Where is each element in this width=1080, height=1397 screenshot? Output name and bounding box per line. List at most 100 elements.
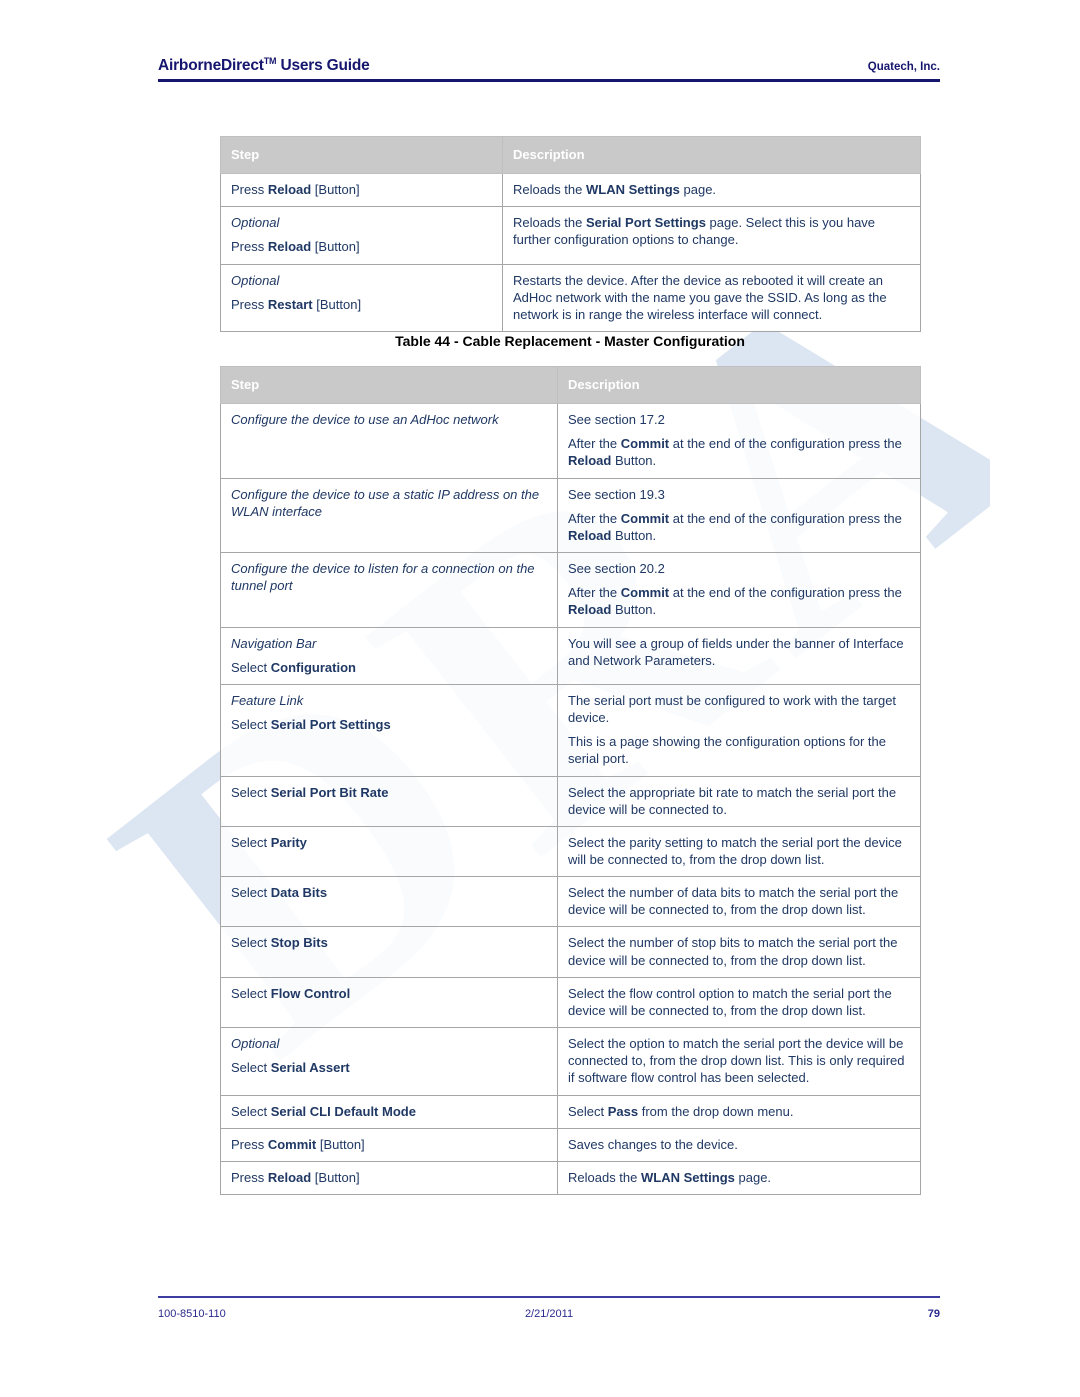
text-line: Select the option to match the serial po… bbox=[568, 1035, 911, 1086]
cell-description: Select the number of data bits to match … bbox=[557, 876, 921, 928]
table-44-caption: Table 44 - Cable Replacement - Master Co… bbox=[395, 333, 745, 349]
table-row: Optional Press Reload [Button] Reloads the… bbox=[220, 206, 921, 265]
emphasis-bold: Data Bits bbox=[270, 885, 328, 901]
emphasis-bold: Commit bbox=[620, 436, 670, 452]
company-name: Quatech, Inc. bbox=[867, 61, 940, 74]
cell-description: Select the option to match the serial po… bbox=[557, 1027, 921, 1096]
footer-page-number: 79 bbox=[927, 1307, 940, 1320]
text-run: Button. bbox=[611, 453, 657, 469]
cell-step: Configure the device to listen for a con… bbox=[220, 552, 558, 628]
text-run: Press bbox=[231, 239, 268, 255]
text-run: See section 19.3 bbox=[568, 486, 665, 502]
emphasis-bold: Restart bbox=[267, 296, 313, 312]
text-line: After the Commit at the end of the confi… bbox=[568, 584, 911, 618]
table-row: Select Data Bits Select the number of dat… bbox=[220, 876, 921, 928]
text-run: Press bbox=[231, 296, 268, 312]
cell-step: Select Serial Port Bit Rate bbox=[220, 775, 558, 827]
table-row: Select Parity Select the parity setting t… bbox=[220, 825, 921, 878]
table-body: Configure the device to use an AdHoc net… bbox=[220, 403, 921, 1196]
table-row: Select Serial CLI Default Mode Select Pas… bbox=[220, 1094, 921, 1129]
table-row: Press Commit [Button] Saves changes to th… bbox=[220, 1127, 921, 1162]
cell-step: Select Data Bits bbox=[220, 876, 558, 928]
text-line: Reloads the WLAN Settings page. bbox=[568, 1169, 911, 1186]
text-line: This is a page showing the configuration… bbox=[568, 733, 911, 767]
emphasis-italic: Optional bbox=[231, 215, 280, 231]
emphasis-bold: Commit bbox=[620, 510, 670, 526]
text-run: Select the flow control option to match … bbox=[568, 985, 892, 1018]
emphasis-bold: Reload bbox=[568, 527, 612, 543]
text-run: Select bbox=[231, 1060, 271, 1076]
text-run: Select the option to match the serial po… bbox=[568, 1036, 905, 1086]
emphasis-bold: WLAN Settings bbox=[586, 182, 680, 198]
cell-step: Optional Select Serial Assert bbox=[220, 1027, 558, 1096]
text-line: See section 20.2 bbox=[568, 560, 911, 577]
text-run: Select bbox=[231, 935, 271, 951]
text-line: Select Pass from the drop down menu. bbox=[568, 1103, 911, 1120]
text-run: Press bbox=[231, 1136, 268, 1152]
text-run: Reloads the bbox=[513, 182, 586, 198]
cell-description: Restarts the device. After the device as… bbox=[502, 263, 921, 333]
emphasis-bold: Reload bbox=[267, 182, 312, 198]
cell-description: See section 17.2 After the Commit at the … bbox=[557, 403, 921, 479]
text-run: Select the appropriate bit rate to match… bbox=[568, 784, 897, 817]
cell-description: Select the number of stop bits to match … bbox=[557, 926, 921, 978]
text-run: Button. bbox=[611, 527, 657, 543]
text-line: Saves changes to the device. bbox=[568, 1136, 911, 1153]
emphasis-italic: Configure the device to use an AdHoc net… bbox=[231, 412, 499, 428]
cell-step: Configure the device to use a static IP … bbox=[220, 477, 558, 554]
cell-description: See section 19.3 After the Commit at the … bbox=[557, 477, 921, 554]
text-line: Configure the device to use an AdHoc net… bbox=[231, 411, 548, 428]
text-line: Select the parity setting to match the s… bbox=[568, 834, 911, 868]
text-line: Select Configuration bbox=[231, 659, 548, 676]
text-line: The serial port must be configured to wo… bbox=[568, 692, 911, 726]
emphasis-italic: Optional bbox=[231, 1036, 280, 1052]
emphasis-bold: Stop Bits bbox=[270, 935, 328, 951]
cell-step: Press Reload [Button] bbox=[220, 173, 503, 208]
table-row: Configure the device to use an AdHoc net… bbox=[220, 403, 921, 479]
text-run: Reloads the bbox=[513, 215, 586, 231]
text-line: Reloads the Serial Port Settings page. S… bbox=[513, 214, 911, 248]
table-44-cable-replacement-master-configuration: Step Description Configure the device to… bbox=[220, 365, 921, 1196]
cell-step: Select Parity bbox=[220, 825, 558, 878]
cell-step: Feature Link Select Serial Port Settings bbox=[220, 683, 558, 777]
cell-description: Reloads the WLAN Settings page. bbox=[502, 173, 921, 208]
text-line: Select Data Bits bbox=[231, 884, 548, 901]
cell-step: Press Reload [Button] bbox=[220, 1160, 558, 1196]
cell-description: Select the appropriate bit rate to match… bbox=[557, 775, 921, 827]
text-line: See section 19.3 bbox=[568, 486, 911, 503]
text-run: from the drop down menu. bbox=[638, 1103, 794, 1119]
emphasis-bold: Parity bbox=[270, 834, 307, 850]
text-run: Select bbox=[231, 717, 271, 733]
text-run: at the end of the configuration press th… bbox=[669, 436, 902, 452]
cell-description: Reloads the Serial Port Settings page. S… bbox=[502, 206, 921, 265]
cell-step: Navigation Bar Select Configuration bbox=[220, 626, 558, 685]
table-header-row: Step Description bbox=[220, 135, 921, 175]
text-line: Select the number of data bits to match … bbox=[568, 884, 911, 918]
cell-description: Select the flow control option to match … bbox=[557, 976, 921, 1029]
document-title: AirborneDirectTM Users Guide bbox=[158, 56, 370, 75]
cell-step: Configure the device to use an AdHoc net… bbox=[220, 403, 558, 479]
text-line: Select Flow Control bbox=[231, 985, 548, 1002]
page-footer: 100-8510-110 2/21/2011 79 bbox=[158, 1296, 940, 1324]
text-run: at the end of the configuration press th… bbox=[669, 510, 902, 526]
cell-step: Select Flow Control bbox=[220, 976, 558, 1029]
text-line: Select the appropriate bit rate to match… bbox=[568, 784, 911, 818]
text-run: page. bbox=[734, 1169, 772, 1185]
emphasis-bold: Serial Assert bbox=[270, 1060, 350, 1076]
text-line: Press Reload [Button] bbox=[231, 181, 493, 198]
column-header-description: Description bbox=[557, 365, 921, 405]
text-line: Select Serial Assert bbox=[231, 1059, 548, 1076]
text-line: Select Serial Port Settings bbox=[231, 716, 548, 733]
cell-step: Optional Press Restart [Button] bbox=[220, 263, 503, 333]
footer-divider bbox=[158, 1296, 940, 1298]
text-line: Press Reload [Button] bbox=[231, 1169, 548, 1186]
cell-step: Select Stop Bits bbox=[220, 926, 558, 978]
footer-document-number: 100-8510-110 bbox=[158, 1307, 226, 1320]
text-run: After the bbox=[568, 585, 621, 601]
emphasis-bold: Pass bbox=[607, 1103, 639, 1119]
text-line: Select Parity bbox=[231, 834, 548, 851]
text-line: After the Commit at the end of the confi… bbox=[568, 435, 911, 469]
text-run: Select bbox=[231, 885, 271, 901]
table-header-row: Step Description bbox=[220, 365, 921, 405]
text-run: Select the parity setting to match the s… bbox=[568, 834, 902, 867]
